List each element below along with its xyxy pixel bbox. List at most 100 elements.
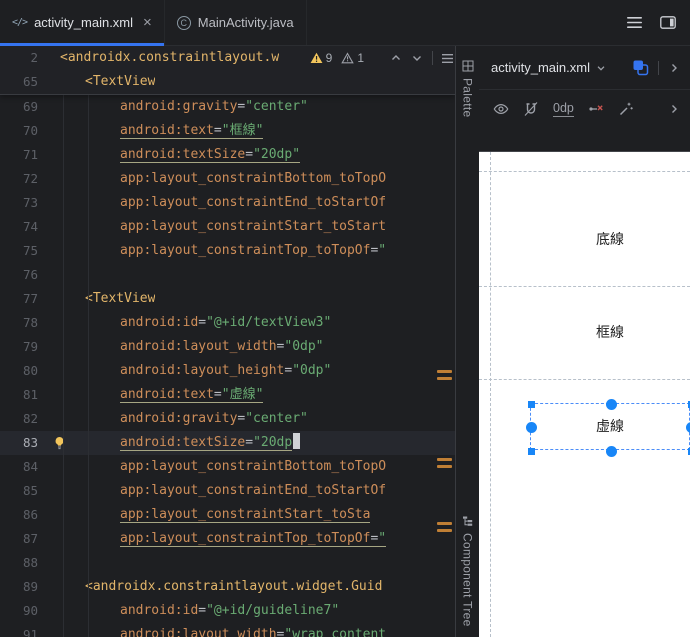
line-number: 71 [22,147,38,162]
inspections-widget[interactable]: 9 1 [310,46,453,70]
scrollbar-warning-mark[interactable] [437,522,452,525]
component-tree-icon [462,515,474,527]
code-line-79[interactable]: 79 android:layout_width="0dp" [0,335,455,359]
scrollbar-warning-mark[interactable] [437,458,452,461]
autoconnect-button[interactable] [523,101,539,117]
code-line-89[interactable]: 89 <androidx.constraintlayout.widget.Guid [0,575,455,599]
code-line-73[interactable]: 73 app:layout_constraintEnd_toStartOf [0,191,455,215]
code-line-74[interactable]: 74 app:layout_constraintStart_toStart [0,215,455,239]
code-line-76[interactable]: 76 [0,263,455,287]
corner-handle[interactable] [527,400,535,408]
indent-guide [63,94,64,637]
line-number: 87 [22,531,38,546]
magic-wand-icon [619,102,633,116]
code-line-91[interactable]: 91 android:layout_width="wrap_content [0,623,455,637]
line-number: 80 [22,363,38,378]
code-line-77[interactable]: 77 <TextView [0,287,455,311]
horizontal-guideline[interactable] [479,171,690,172]
code-line-81[interactable]: 81 android:text="虚線" [0,383,455,407]
code-line-72[interactable]: 72 app:layout_constraintBottom_toTopO [0,167,455,191]
code-line-87[interactable]: 87 app:layout_constraintTop_toTopOf=" [0,527,455,551]
chevron-down-icon [597,65,605,71]
layout-editor: activity_main.xml 0dp 底線 框線 虚線 [479,46,690,637]
scrollbar-warning-mark[interactable] [437,529,452,532]
design-file-selector[interactable]: activity_main.xml [491,60,607,75]
design-mode-icon[interactable] [632,59,649,76]
tab-mainactivity-java[interactable]: C MainActivity.java [165,0,307,45]
tab-label: MainActivity.java [197,15,294,30]
code-line-71[interactable]: 71 android:textSize="20dp" [0,143,455,167]
code-line-75[interactable]: 75 app:layout_constraintTop_toTopOf=" [0,239,455,263]
warnings-indicator[interactable]: 9 [310,51,332,65]
weak-warnings-indicator[interactable]: 1 [341,51,364,65]
constraint-anchor[interactable] [605,445,617,457]
line-number: 2 [30,50,38,65]
constraint-anchor[interactable] [605,398,617,410]
code-line-83[interactable]: 83 android:textSize="20dp [0,431,455,455]
tab-activity-main-xml[interactable]: </> activity_main.xml × [0,0,165,46]
separator [658,60,659,75]
clear-constraints-button[interactable] [588,101,604,117]
code-line-69[interactable]: 69 android:gravity="center" [0,95,455,119]
code-line-82[interactable]: 82 android:gravity="center" [0,407,455,431]
canvas-textview-0[interactable]: 底線 [596,229,624,249]
line-number: 88 [22,555,38,570]
line-number: 91 [22,627,38,637]
code-line-88[interactable]: 88 [0,551,455,575]
close-tab-icon[interactable]: × [143,15,152,30]
design-header: activity_main.xml [479,46,690,90]
horizontal-guideline[interactable] [479,286,690,287]
palette-icon [462,60,474,72]
design-canvas[interactable]: 底線 框線 虚線 [479,151,690,637]
code-line-78[interactable]: 78 android:id="@+id/textView3" [0,311,455,335]
canvas-textview-1[interactable]: 框線 [596,322,624,342]
scrollbar-warning-mark[interactable] [437,465,452,468]
code-line-70[interactable]: 70 android:text="框線" [0,119,455,143]
quickfix-bulb-icon[interactable] [53,436,66,450]
code-line-86[interactable]: 86 app:layout_constraintStart_toSta [0,503,455,527]
magnet-icon [524,102,538,116]
line-number: 77 [22,291,38,306]
infer-constraints-button[interactable] [618,101,634,117]
inspection-menu-icon[interactable] [442,53,453,63]
tool-window-layout-icon[interactable] [660,16,676,29]
toolbar-overflow-chevron[interactable] [668,103,680,115]
android-studio-window: </> activity_main.xml × C MainActivity.j… [0,0,690,637]
constraint-anchor[interactable] [525,422,537,433]
line-number: 73 [22,195,38,210]
corner-handle[interactable] [527,447,535,455]
scrollbar-warning-mark[interactable] [437,370,452,373]
constraint-anchor[interactable] [685,422,690,433]
palette-tab[interactable]: Palette [461,60,475,117]
code-editor[interactable]: 2 <androidx.constraintlayout.w 65 <TextView… [0,46,455,637]
main-menu-icon[interactable] [627,17,642,28]
header-overflow-chevron[interactable] [668,62,680,74]
palette-tab-label: Palette [460,78,475,118]
component-tree-tab[interactable]: Component Tree [461,515,475,627]
java-class-icon: C [176,15,191,30]
line-number: 86 [22,507,38,522]
line-number: 81 [22,387,38,402]
weak-warning-icon [341,52,355,64]
view-options-button[interactable] [493,101,509,117]
clear-constraints-icon [589,105,603,111]
xml-file-icon: </> [12,17,28,28]
tool-window-strip: Palette Component Tree [456,46,479,637]
vertical-guideline[interactable] [490,152,491,637]
code-line-84[interactable]: 84 app:layout_constraintBottom_toTopO [0,455,455,479]
separator [432,51,433,65]
code-line-65[interactable]: 65 <TextView [0,70,455,94]
scrollbar-warning-mark[interactable] [437,377,452,380]
code-line-90[interactable]: 90 android:id="@+id/guideline7" [0,599,455,623]
line-number: 76 [22,267,38,282]
next-issue-button[interactable] [411,52,423,64]
constraint-toolbar: 0dp [479,90,690,128]
code-line-85[interactable]: 85 app:layout_constraintEnd_toStartOf [0,479,455,503]
code-line-80[interactable]: 80 android:layout_height="0dp" [0,359,455,383]
default-margin-dropdown[interactable]: 0dp [553,101,574,117]
horizontal-guideline[interactable] [479,379,690,380]
prev-issue-button[interactable] [390,52,402,64]
line-number: 78 [22,315,38,330]
line-number: 83 [22,435,38,450]
selection-box[interactable] [525,398,690,457]
